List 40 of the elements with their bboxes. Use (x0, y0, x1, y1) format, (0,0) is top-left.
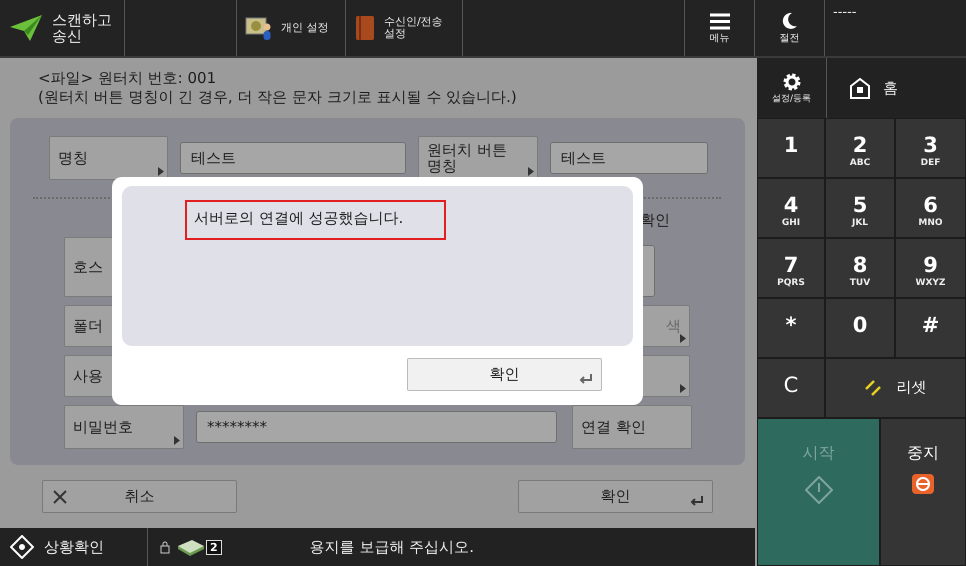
heading: <파일> 원터치 번호: 001 (38, 69, 218, 88)
keypad-key[interactable]: 0 (825, 298, 895, 358)
menu-button[interactable]: 메뉴 (710, 32, 730, 44)
cancel-button[interactable]: 취소 (42, 480, 237, 513)
user-name: ----- (833, 6, 856, 20)
stop-button[interactable]: 중지 (880, 418, 966, 566)
dialog-message: 서버로의 연결에 성공했습니다. (185, 200, 446, 240)
toolbar-button[interactable]: 개인 설정 (281, 22, 328, 34)
keypad-key[interactable]: 2 ABC (825, 118, 895, 178)
password-field[interactable]: ******** (196, 411, 557, 443)
one-touch-name-field[interactable]: 테스트 (550, 142, 708, 174)
app-title: 스캔하고 송신 (52, 12, 112, 44)
keypad-key[interactable]: 6 MNO (895, 178, 966, 238)
check-label: 확인 (640, 211, 670, 230)
status-message: 용지를 보급해 주십시오. (310, 538, 474, 556)
keypad-key[interactable]: 3 DEF (895, 118, 966, 178)
status-check-button[interactable]: 상황확인 (44, 538, 104, 556)
connection-check-button[interactable]: 연결 확인 (572, 405, 692, 449)
count-badge: 2 (206, 540, 222, 554)
keypad-key[interactable]: 8 TUV (825, 238, 895, 298)
name-field[interactable]: 테스트 (180, 142, 406, 174)
password-button[interactable]: 비밀번호 (64, 405, 184, 449)
keypad-key[interactable]: 5 JKL (825, 178, 895, 238)
note-text: (원터치 버튼 명칭이 긴 경우, 더 작은 문자 크기로 표시될 수 있습니다.) (38, 88, 518, 107)
settings-button[interactable]: 설정/등록 (772, 94, 812, 104)
reset-key[interactable]: 리셋 (825, 358, 966, 418)
home-button[interactable]: 홈 (883, 80, 898, 96)
ok-button[interactable]: 확인 (518, 480, 713, 513)
keypad-key[interactable]: # (895, 298, 966, 358)
keypad-key[interactable]: 9 WXYZ (895, 238, 966, 298)
sleep-button[interactable]: 절전 (780, 33, 800, 44)
keypad-key[interactable]: 1 (757, 118, 825, 178)
dialog-ok-button[interactable]: 확인 (407, 358, 602, 391)
keypad-key[interactable]: 4 GHI (757, 178, 825, 238)
one-touch-name-button[interactable]: 원터치 버튼 명칭 (418, 136, 538, 180)
keypad-key[interactable]: * (757, 298, 825, 358)
name-button[interactable]: 명칭 (49, 136, 168, 180)
clear-key[interactable]: C (757, 358, 825, 418)
keypad-key[interactable]: 7 PQRS (757, 238, 825, 298)
toolbar-button[interactable]: 수신인/전송 설정 (384, 16, 443, 40)
